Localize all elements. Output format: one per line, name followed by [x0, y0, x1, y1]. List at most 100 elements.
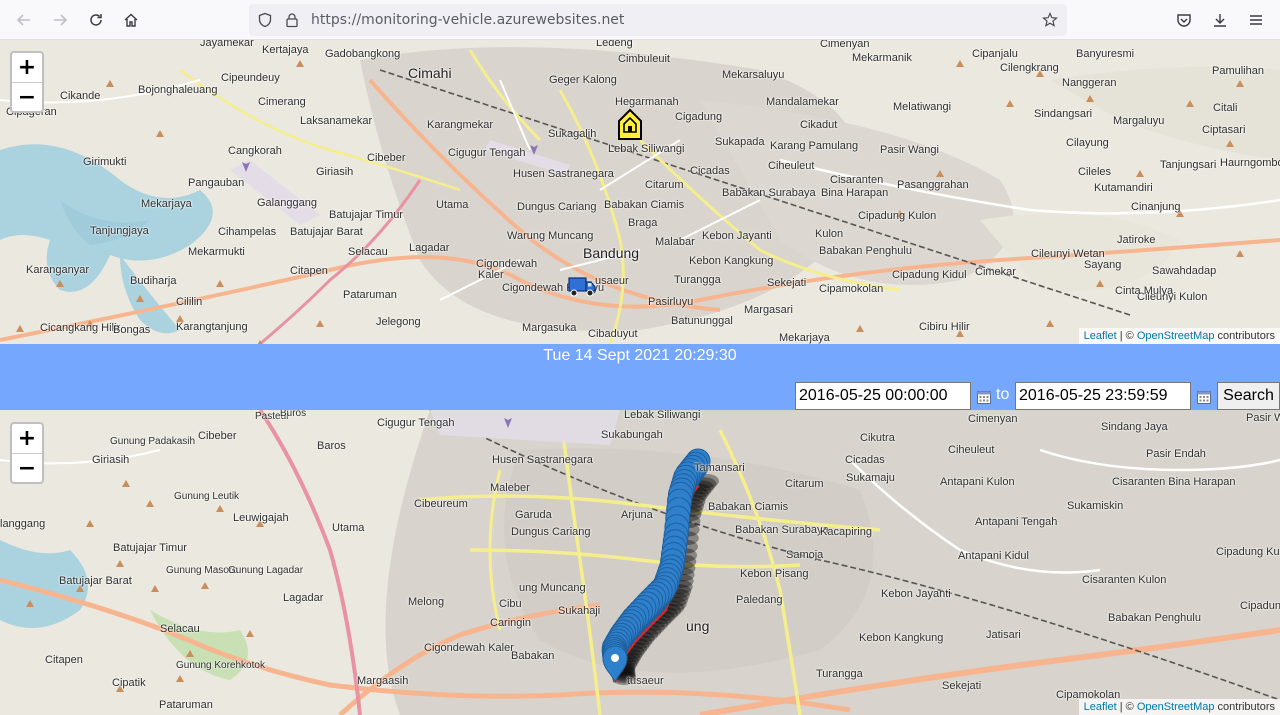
place-label: Cililin: [176, 296, 203, 308]
place-label: Babakan Ciamis: [708, 501, 789, 513]
menu-button[interactable]: [1240, 4, 1272, 36]
place-label: Mekarmukti: [188, 246, 245, 258]
zoom-in-button[interactable]: +: [12, 424, 42, 453]
leaflet-link[interactable]: Leaflet: [1084, 701, 1117, 713]
place-label: Cipatik: [112, 677, 146, 689]
place-label: Cicadas: [690, 165, 730, 177]
place-label: Turangga: [674, 274, 721, 286]
home-marker-icon[interactable]: [617, 108, 643, 142]
place-label: Bojongha­leuang: [138, 84, 218, 96]
place-label: Kebon Kangkung: [689, 255, 774, 267]
zoom-in-button[interactable]: +: [12, 53, 42, 82]
place-label: Bandung: [583, 245, 640, 261]
place-label: Giriasih: [316, 166, 354, 178]
place-label: Sukamaju: [846, 472, 895, 484]
place-label: Citapen: [45, 654, 83, 666]
place-label: Ciptasari: [1202, 124, 1246, 136]
place-label: usaeur: [595, 275, 629, 287]
place-label: Karang Pamulang: [770, 140, 859, 152]
place-label: Mandalamekar: [766, 96, 839, 108]
place-label: Cimbuleuit: [618, 53, 670, 65]
place-label: Cisaranten: [830, 174, 884, 186]
place-label: Cipeundeuy: [221, 72, 280, 84]
zoom-control: + −: [10, 51, 44, 113]
forward-button[interactable]: [44, 4, 76, 36]
place-label: Cigondewah Kaler: [424, 642, 514, 654]
lock-icon[interactable]: [284, 12, 300, 28]
place-label: Sekejati: [942, 680, 982, 692]
search-button[interactable]: Search: [1217, 382, 1280, 410]
place-label: tusaeur: [627, 675, 664, 687]
place-label: Batujajar Timur: [113, 542, 187, 554]
zoom-out-button[interactable]: −: [12, 453, 42, 482]
place-label: Pasir Endah: [1146, 448, 1206, 460]
end-date-input[interactable]: 2016-05-25 23:59:59: [1015, 382, 1191, 410]
place-label: Warung Muncang: [507, 230, 594, 242]
home-button[interactable]: [115, 4, 147, 36]
place-label: Mekarjaya: [141, 198, 192, 210]
place-label: Dungus Cariang: [511, 526, 591, 538]
place-label: Melatiwangi: [893, 101, 952, 113]
place-label: Kertajaya: [262, 44, 309, 56]
place-label: Cibeureum: [414, 498, 468, 510]
star-icon[interactable]: [1042, 12, 1058, 28]
attribution-text: contributors: [1214, 701, 1275, 713]
place-label: Tanjungsari: [1160, 159, 1217, 171]
place-label: Sukabungah: [601, 429, 663, 441]
place-label: Kebon Kangkung: [859, 632, 944, 644]
place-label: ung Muncang: [519, 582, 586, 594]
place-label: Jelegong: [376, 316, 421, 328]
place-label: Kulon: [815, 228, 844, 240]
place-label: Babakan Surabaya: [722, 187, 816, 199]
reload-button[interactable]: [80, 4, 112, 36]
zoom-out-button[interactable]: −: [12, 82, 42, 111]
url-bar[interactable]: https://monitoring-vehicle.azurewebsites…: [249, 4, 1067, 36]
place-label: Babakan: [511, 650, 555, 662]
place-label: Kaler: [478, 269, 504, 281]
place-label: Cipanjalu: [972, 48, 1018, 60]
truck-marker-icon[interactable]: [568, 276, 596, 298]
place-label: Gunung Leutik: [174, 491, 240, 502]
place-label: Batununggal: [671, 315, 733, 327]
place-label: Antapani Tengah: [975, 516, 1058, 528]
calendar-icon[interactable]: [977, 390, 991, 404]
place-label: Tamansari: [694, 462, 745, 474]
place-label: Cicadas: [845, 454, 885, 466]
bottom-map[interactable]: Pasteur Buros Cigugur Tengah Lebak Siliw…: [0, 410, 1280, 715]
place-label: Maleber: [490, 482, 530, 494]
place-label: Citarum: [645, 179, 684, 191]
place-label: Cipadung Kidul: [892, 269, 967, 281]
place-label: Cihampelas: [218, 226, 277, 238]
place-label: Cipadung Ku: [1216, 546, 1280, 558]
place-label: Lagadar: [283, 592, 324, 604]
place-label: Cibeber: [198, 430, 237, 442]
place-label: Pataruman: [343, 289, 397, 301]
place-label: Gunung Masoro: [166, 565, 238, 576]
place-label: Dungus Cariang: [517, 201, 597, 213]
place-label: Jatiroke: [1117, 234, 1156, 246]
place-label: Sukagalih: [548, 128, 597, 140]
place-label: Husen Sastranegara: [492, 454, 593, 466]
leaflet-link[interactable]: Leaflet: [1084, 330, 1117, 342]
start-date-input[interactable]: 2016-05-25 00:00:00: [795, 382, 971, 410]
place-label: Utama: [332, 522, 365, 534]
place-label: Pangauban: [188, 177, 245, 189]
place-label: Pataruman: [159, 699, 213, 711]
shield-icon[interactable]: [257, 12, 273, 28]
calendar-icon[interactable]: [1197, 390, 1211, 404]
openstreetmap-link[interactable]: OpenStreetMap: [1137, 330, 1215, 342]
place-label: Jayamekar: [200, 40, 254, 49]
top-map[interactable]: Jayamekar Kertajaya Gadobangkong Cimahi …: [0, 40, 1280, 344]
openstreetmap-link[interactable]: OpenStreetMap: [1137, 701, 1215, 713]
downloads-button[interactable]: [1204, 4, 1236, 36]
place-label: Kutamandiri: [1094, 182, 1153, 194]
place-label: Batujajar Barat: [290, 226, 363, 238]
reload-icon: [90, 14, 102, 26]
back-button[interactable]: [8, 4, 40, 36]
place-label: Cimenyan: [968, 413, 1018, 425]
place-label: Kacapiring: [820, 526, 872, 538]
pocket-button[interactable]: [1168, 4, 1200, 36]
place-label: Cibaduyut: [588, 328, 638, 340]
place-label: Laksanamekar: [300, 115, 373, 127]
place-label: Karangtanjung: [176, 321, 248, 333]
